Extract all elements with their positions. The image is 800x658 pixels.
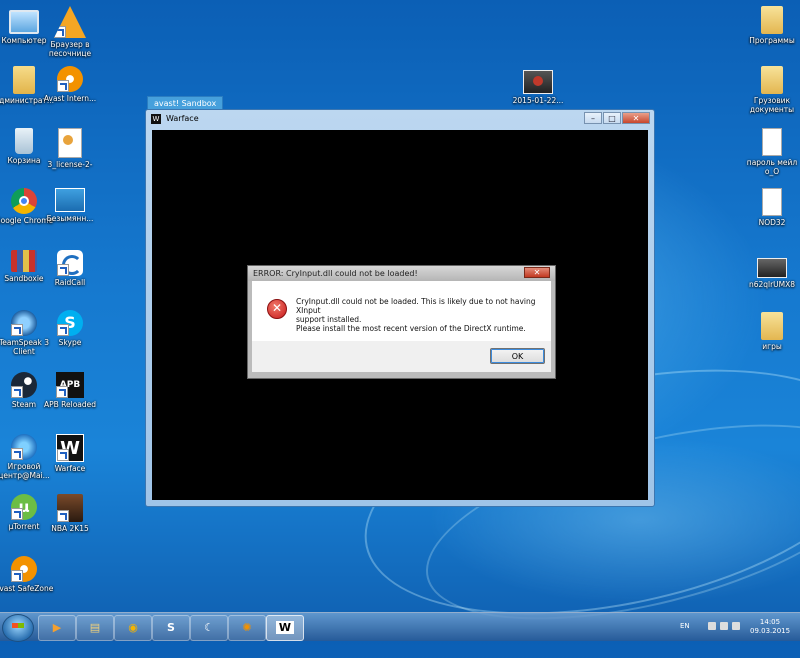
- tray-flag-icon[interactable]: [708, 622, 716, 630]
- taskbar-explorer[interactable]: ▤: [76, 615, 114, 641]
- computer-icon: [9, 10, 39, 34]
- shortcut-arrow-icon: [57, 324, 69, 336]
- shortcut-arrow-icon: [11, 508, 23, 520]
- skype-icon: S: [57, 310, 83, 336]
- desktop-icon-raidcall[interactable]: RaidCall: [40, 250, 100, 287]
- desktop-icon-skype[interactable]: S Skype: [40, 310, 100, 347]
- taskbar-avast[interactable]: ✺: [228, 615, 266, 641]
- teamspeak-icon: [11, 310, 37, 336]
- language-indicator[interactable]: EN: [680, 622, 690, 630]
- shortcut-arrow-icon: [57, 264, 69, 276]
- dialog-title: ERROR: CryInput.dll could not be loaded!: [253, 269, 418, 278]
- folder-icon: [761, 66, 783, 94]
- maximize-button[interactable]: □: [603, 112, 621, 124]
- message-line: Please install the most recent version o…: [296, 324, 526, 333]
- raidcall-icon: ☾: [204, 621, 214, 634]
- taskbar: ▶ ▤ ◉ S ☾ ✺ W EN 14:05 09.03.2015: [0, 612, 800, 642]
- taskbar-media-player[interactable]: ▶: [38, 615, 76, 641]
- tray-volume-icon[interactable]: [732, 622, 740, 630]
- apb-icon: APB: [56, 372, 84, 398]
- desktop-icon-sandbox-browser[interactable]: Браузер в песочнице: [40, 6, 100, 58]
- close-button[interactable]: ✕: [622, 112, 650, 124]
- desktop-icon-avast-internet[interactable]: Avast Intern...: [40, 66, 100, 103]
- avast-safezone-icon: [11, 556, 37, 582]
- desktop-icon-password-file[interactable]: пароль мейл о_О: [742, 128, 800, 176]
- clock-date: 09.03.2015: [750, 627, 791, 635]
- game-center-icon: [11, 434, 37, 460]
- document-icon: [58, 128, 82, 158]
- chrome-icon: ◉: [128, 621, 138, 634]
- shortcut-arrow-icon: [11, 324, 23, 336]
- shortcut-arrow-icon: [56, 386, 68, 398]
- desktop-icon-games-folder[interactable]: игры: [742, 312, 800, 351]
- warface-icon: W: [56, 434, 84, 462]
- shortcut-arrow-icon: [54, 26, 66, 38]
- video-file-icon: [523, 70, 553, 94]
- dialog-titlebar[interactable]: ERROR: CryInput.dll could not be loaded!…: [248, 266, 555, 281]
- chrome-icon: [11, 188, 37, 214]
- shortcut-arrow-icon: [57, 449, 69, 461]
- clock-time: 14:05: [759, 618, 781, 626]
- skype-icon: S: [167, 621, 175, 634]
- desktop-icon-gruzovik-folder[interactable]: Грузовик документы: [742, 66, 800, 114]
- minimize-button[interactable]: –: [584, 112, 602, 124]
- desktop-icon-license-doc[interactable]: 3_license-2-: [40, 128, 100, 169]
- folder-icon: [761, 6, 783, 34]
- desktop-icon-avast-safezone[interactable]: Avast SafeZone: [0, 556, 54, 593]
- folder-user-icon: [13, 66, 35, 94]
- video-file-icon: [757, 258, 787, 278]
- desktop-icon-nod32[interactable]: NOD32: [742, 188, 800, 227]
- dialog-footer: OK: [252, 341, 551, 372]
- warface-app-icon: W: [151, 114, 161, 124]
- taskbar-raidcall[interactable]: ☾: [190, 615, 228, 641]
- explorer-icon: ▤: [89, 621, 101, 634]
- tray-network-icon[interactable]: [720, 622, 728, 630]
- media-player-icon: ▶: [52, 621, 62, 634]
- desktop-icon-nba-2k15[interactable]: NBA 2K15: [40, 494, 100, 533]
- nba-icon: [57, 494, 83, 522]
- message-line: CryInput.dll could not be loaded. This i…: [296, 297, 536, 315]
- text-file-icon: [762, 188, 782, 216]
- avast-sandbox-tab: avast! Sandbox: [147, 96, 223, 110]
- taskbar-warface[interactable]: W: [266, 615, 304, 641]
- desktop-icon-programs-folder[interactable]: Программы: [742, 6, 800, 45]
- desktop-icon-video-2015[interactable]: 2015-01-22...: [508, 70, 568, 105]
- avast-icon: [57, 66, 83, 92]
- error-dialog: ERROR: CryInput.dll could not be loaded!…: [247, 265, 556, 379]
- ok-button[interactable]: OK: [490, 348, 545, 364]
- dialog-close-button[interactable]: ✕: [524, 267, 550, 278]
- shortcut-arrow-icon: [11, 386, 23, 398]
- shortcut-arrow-icon: [57, 80, 69, 92]
- taskbar-skype[interactable]: S: [152, 615, 190, 641]
- error-icon: ✕: [267, 299, 287, 319]
- dialog-content: ✕ CryInput.dll could not be loaded. This…: [252, 281, 551, 341]
- desktop-icon-video-n62[interactable]: n62qlrUMX8: [742, 258, 800, 289]
- desktop-icon-warface[interactable]: W Warface: [40, 434, 100, 473]
- dialog-message: CryInput.dll could not be loaded. This i…: [296, 297, 545, 333]
- taskbar-clock[interactable]: 14:05 09.03.2015: [750, 618, 790, 636]
- taskbar-chrome[interactable]: ◉: [114, 615, 152, 641]
- image-icon: [55, 188, 85, 212]
- sandbox-browser-icon: [54, 6, 86, 38]
- message-line: support installed.: [296, 315, 362, 324]
- steam-icon: [11, 372, 37, 398]
- window-title: Warface: [166, 114, 199, 123]
- shortcut-arrow-icon: [11, 570, 23, 582]
- shortcut-arrow-icon: [11, 448, 23, 460]
- start-button[interactable]: [2, 614, 34, 642]
- avast-icon: ✺: [242, 621, 252, 634]
- utorrent-icon: µ: [11, 494, 37, 520]
- window-titlebar[interactable]: W Warface – □ ✕: [146, 110, 654, 128]
- folder-icon: [761, 312, 783, 340]
- raidcall-icon: [57, 250, 83, 276]
- desktop-icon-unnamed-image[interactable]: Безымянн...: [40, 188, 100, 223]
- shortcut-arrow-icon: [57, 510, 69, 522]
- recycle-bin-icon: [15, 128, 33, 154]
- warface-icon: W: [275, 621, 295, 634]
- desktop-icon-apb[interactable]: APB APB Reloaded: [40, 372, 100, 409]
- text-file-icon: [762, 128, 782, 156]
- sandboxie-icon: [11, 250, 37, 272]
- window-controls: – □ ✕: [584, 112, 650, 124]
